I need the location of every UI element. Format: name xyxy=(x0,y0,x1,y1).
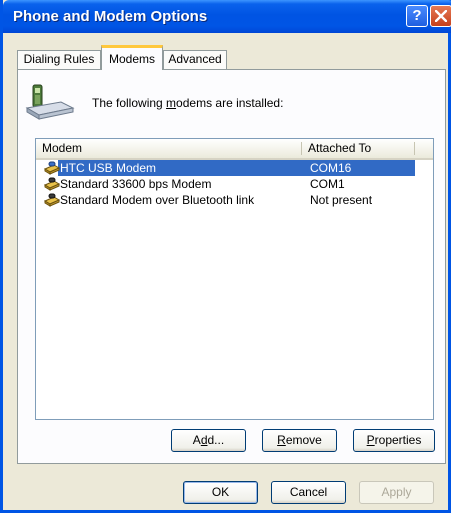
apply-button[interactable]: Apply xyxy=(359,481,434,504)
help-button[interactable]: ? xyxy=(406,5,428,27)
add-button[interactable]: Add... xyxy=(171,429,246,452)
list-header: Modem Attached To xyxy=(36,139,433,160)
column-header-attached-to[interactable]: Attached To xyxy=(302,139,414,158)
close-button[interactable] xyxy=(430,5,451,27)
column-separator[interactable] xyxy=(414,142,415,155)
tab-modems-label: Modems xyxy=(108,52,155,66)
dialog-window: Phone and Modem Options ? Dialing Rules … xyxy=(0,0,451,513)
tab-modems[interactable]: Modems xyxy=(101,45,163,70)
modem-port: COM1 xyxy=(310,177,345,191)
modem-list[interactable]: Modem Attached To HTC USB Modem COM16 St… xyxy=(35,138,434,420)
window-title: Phone and Modem Options xyxy=(13,8,208,25)
modem-port: Not present xyxy=(310,193,373,207)
modem-name: Standard 33600 bps Modem xyxy=(60,177,212,191)
title-bar[interactable]: Phone and Modem Options ? xyxy=(3,0,451,33)
properties-button[interactable]: Properties xyxy=(353,429,435,452)
column-header-modem[interactable]: Modem xyxy=(36,139,301,158)
modem-icon xyxy=(44,193,60,207)
close-icon xyxy=(435,10,447,22)
tab-dialing-rules-label: Dialing Rules xyxy=(23,52,95,66)
phone-modem-icon xyxy=(25,84,75,120)
modem-icon xyxy=(44,161,60,175)
modem-name: HTC USB Modem xyxy=(60,161,157,175)
list-item-htc-usb-modem[interactable]: HTC USB Modem COM16 xyxy=(38,160,415,176)
tab-dialing-rules[interactable]: Dialing Rules xyxy=(17,50,101,69)
modem-icon xyxy=(44,177,60,191)
ok-button[interactable]: OK xyxy=(183,481,258,504)
remove-button[interactable]: Remove xyxy=(262,429,337,452)
installed-modems-caption: The following modems are installed: xyxy=(92,96,284,110)
help-icon: ? xyxy=(412,7,422,24)
tab-advanced-label: Advanced xyxy=(168,52,222,66)
tab-advanced[interactable]: Advanced xyxy=(163,50,227,69)
list-item-standard-33600[interactable]: Standard 33600 bps Modem COM1 xyxy=(38,176,415,192)
modem-name: Standard Modem over Bluetooth link xyxy=(60,193,255,207)
cancel-button[interactable]: Cancel xyxy=(271,481,346,504)
modem-port: COM16 xyxy=(310,161,352,175)
list-item-bluetooth-modem[interactable]: Standard Modem over Bluetooth link Not p… xyxy=(38,192,415,208)
